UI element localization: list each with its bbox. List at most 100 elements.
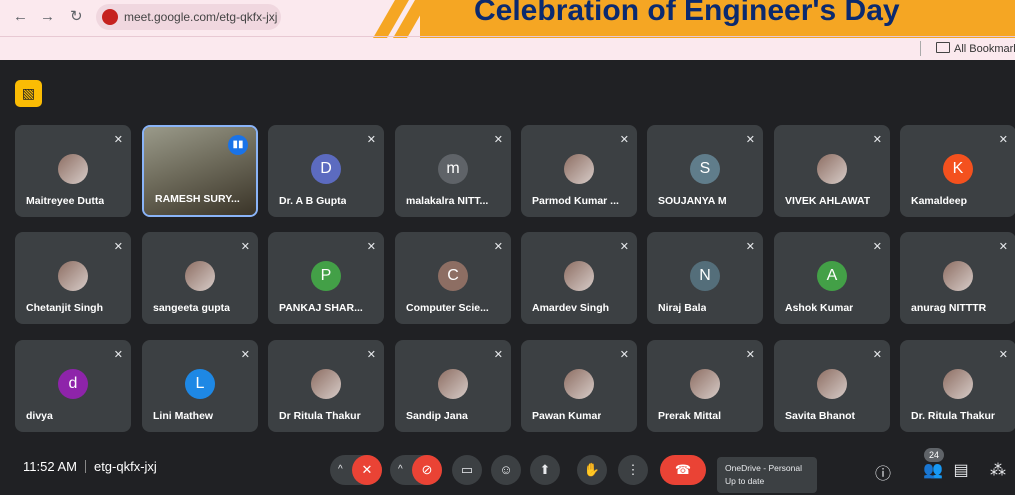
audio-wave-icon: ▮▮ — [228, 135, 248, 155]
avatar — [438, 369, 468, 399]
mic-off-icon: ✕ — [998, 241, 1008, 253]
camera-off-button[interactable]: ⊘ — [412, 455, 442, 485]
participant-tile[interactable]: ✕ N Niraj Bala — [647, 232, 763, 324]
all-bookmarks-button[interactable]: All Bookmarks — [936, 42, 1015, 55]
participant-tile[interactable]: ✕ m malakalra NITT... — [395, 125, 511, 217]
meeting-code: etg-qkfx-jxj — [93, 459, 157, 474]
mic-off-icon: ✕ — [361, 462, 373, 477]
participant-tile[interactable]: ✕ L Lini Mathew — [142, 340, 258, 432]
mic-off-icon: ✕ — [998, 349, 1008, 361]
participant-name: Sandip Jana — [406, 410, 468, 422]
chat-icon[interactable]: ▤ — [950, 460, 972, 480]
back-arrow-icon[interactable]: ← — [13, 8, 28, 26]
mic-off-icon: ✕ — [493, 349, 503, 361]
participant-tile[interactable]: ✕ D Dr. A B Gupta — [268, 125, 384, 217]
avatar — [185, 261, 215, 291]
avatar — [564, 261, 594, 291]
microphone-off-button[interactable]: ✕ — [352, 455, 382, 485]
url-text: meet.google.com/etg-qkfx-jxj — [124, 10, 278, 24]
participant-name: Maitreyee Dutta — [26, 195, 105, 207]
captions-button[interactable]: ▭ — [452, 455, 482, 485]
leave-call-button[interactable]: ☎ — [660, 455, 706, 485]
raise-hand-button[interactable]: ✋ — [577, 455, 607, 485]
bookmarks-separator — [920, 41, 921, 56]
mic-off-icon: ✕ — [240, 349, 250, 361]
participant-tile[interactable]: ✕ Savita Bhanot — [774, 340, 890, 432]
mic-off-icon: ✕ — [619, 241, 629, 253]
participant-tile[interactable]: ✕ d divya — [15, 340, 131, 432]
participant-tile[interactable]: ✕ Amardev Singh — [521, 232, 637, 324]
participant-tile[interactable]: ✕ Prerak Mittal — [647, 340, 763, 432]
participant-tile[interactable]: ✕ Pawan Kumar — [521, 340, 637, 432]
avatar — [58, 261, 88, 291]
avatar — [943, 369, 973, 399]
meeting-details-icon[interactable]: ⓘ — [872, 460, 894, 484]
mic-off-icon: ✕ — [113, 134, 123, 146]
bookmarks-bar: All Bookmarks — [0, 36, 1015, 61]
participant-tile[interactable]: ✕ A Ashok Kumar — [774, 232, 890, 324]
mic-off-icon: ✕ — [872, 241, 882, 253]
participant-tile[interactable]: ✕ Chetanjit Singh — [15, 232, 131, 324]
avatar — [690, 369, 720, 399]
participant-name: Ashok Kumar — [785, 302, 854, 314]
participant-name: Pawan Kumar — [532, 410, 602, 422]
present-screen-icon: ⬆ — [539, 462, 551, 477]
forward-arrow-icon[interactable]: → — [40, 8, 55, 26]
avatar: C — [438, 261, 468, 291]
participant-name: Prerak Mittal — [658, 410, 722, 422]
banner-title: Celebration of Engineer's Day — [474, 0, 900, 27]
avatar — [817, 154, 847, 184]
participant-name: VIVEK AHLAWAT — [785, 195, 871, 207]
participant-name: RAMESH SURY... — [155, 193, 240, 205]
mic-off-icon: ✕ — [745, 134, 755, 146]
mic-off-icon: ✕ — [998, 134, 1008, 146]
mic-off-icon: ✕ — [872, 134, 882, 146]
avatar: A — [817, 261, 847, 291]
participant-name: Savita Bhanot — [785, 410, 856, 422]
participant-tile[interactable]: ✕ Parmod Kumar ... — [521, 125, 637, 217]
mic-off-icon: ✕ — [240, 241, 250, 253]
chevron-up-icon[interactable]: ^ — [398, 455, 403, 485]
avatar: L — [185, 369, 215, 399]
present-button[interactable]: ⬆ — [530, 455, 560, 485]
participant-tile[interactable]: ✕ anurag NITTTR — [900, 232, 1015, 324]
site-info-icon[interactable] — [102, 9, 118, 25]
participant-tile[interactable]: ✕ Dr Ritula Thakur — [268, 340, 384, 432]
mic-off-icon: ✕ — [493, 134, 503, 146]
camera-off-icon: ⊘ — [421, 462, 433, 477]
more-options-button[interactable]: ⋮ — [618, 455, 648, 485]
participant-name: SOUJANYA M — [658, 195, 727, 207]
participant-tile[interactable]: ▮▮ RAMESH SURY... — [142, 125, 258, 217]
onedrive-notification[interactable]: OneDrive - Personal Up to date — [717, 457, 817, 493]
participant-name: Amardev Singh — [532, 302, 610, 314]
mic-off-icon: ✕ — [113, 349, 123, 361]
participant-tile[interactable]: ✕ Maitreyee Dutta — [15, 125, 131, 217]
participant-tile[interactable]: ✕ C Computer Scie... — [395, 232, 511, 324]
hand-icon: ✋ — [583, 462, 601, 477]
presentation-off-icon[interactable]: ▧ — [15, 80, 42, 107]
toast-title: OneDrive - Personal — [725, 463, 803, 473]
participant-name: PANKAJ SHAR... — [279, 302, 363, 314]
activities-icon[interactable]: ⁂ — [987, 460, 1009, 480]
mic-off-icon: ✕ — [366, 349, 376, 361]
participant-tile[interactable]: ✕ sangeeta gupta — [142, 232, 258, 324]
participant-name: malakalra NITT... — [406, 195, 489, 207]
reload-icon[interactable]: ↻ — [70, 8, 83, 26]
participant-tile[interactable]: ✕ Dr. Ritula Thakur — [900, 340, 1015, 432]
avatar: d — [58, 369, 88, 399]
participant-tile[interactable]: ✕ VIVEK AHLAWAT — [774, 125, 890, 217]
people-icon[interactable]: 👥 — [922, 460, 944, 480]
participant-tile[interactable]: ✕ K Kamaldeep — [900, 125, 1015, 217]
address-bar[interactable]: meet.google.com/etg-qkfx-jxj — [96, 4, 281, 30]
browser-toolbar: ← → ↻ meet.google.com/etg-qkfx-jxj Celeb… — [0, 0, 1015, 38]
chevron-up-icon[interactable]: ^ — [338, 455, 343, 485]
mic-off-icon: ✕ — [493, 241, 503, 253]
participant-tile[interactable]: ✕ S SOUJANYA M — [647, 125, 763, 217]
participant-tile[interactable]: ✕ Sandip Jana — [395, 340, 511, 432]
participant-name: divya — [26, 410, 53, 422]
avatar — [817, 369, 847, 399]
avatar: K — [943, 154, 973, 184]
reactions-button[interactable]: ☺ — [491, 455, 521, 485]
captions-icon: ▭ — [460, 462, 474, 477]
participant-tile[interactable]: ✕ P PANKAJ SHAR... — [268, 232, 384, 324]
